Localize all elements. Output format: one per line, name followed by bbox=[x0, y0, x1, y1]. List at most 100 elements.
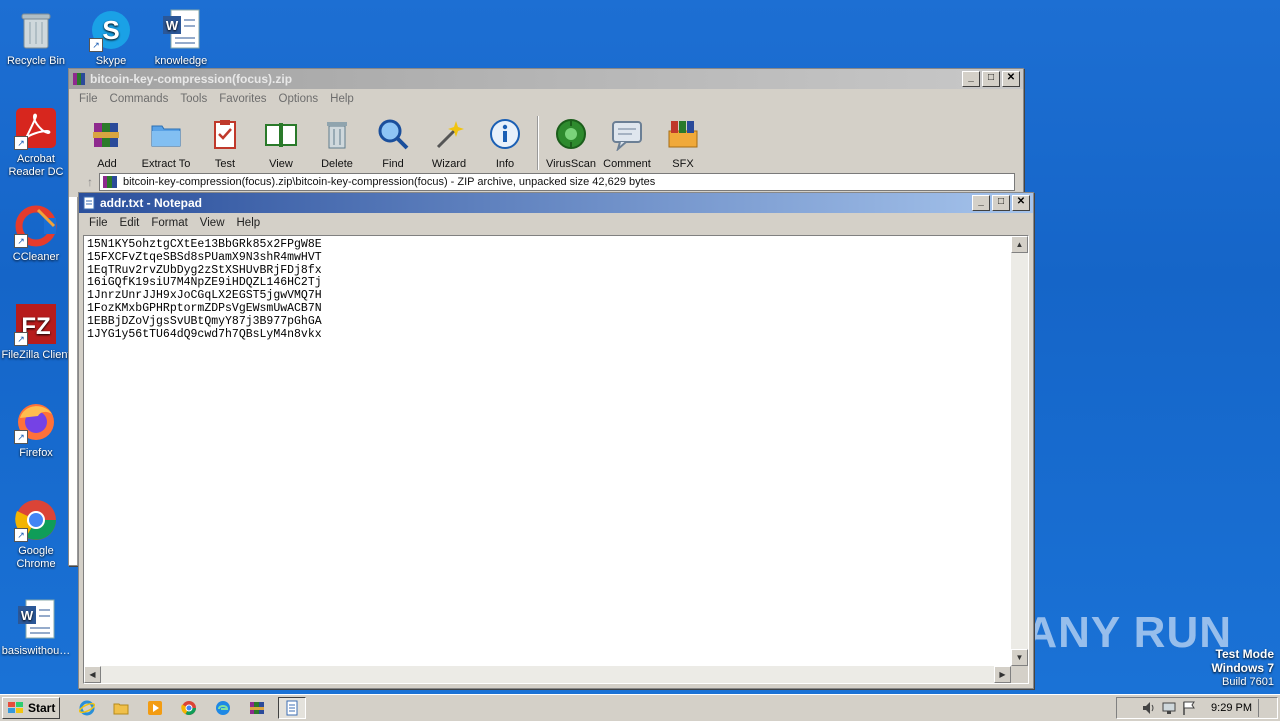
maximize-button[interactable]: □ bbox=[982, 71, 1000, 87]
sfx-box-icon bbox=[668, 121, 698, 148]
clock[interactable]: 9:29 PM bbox=[1211, 702, 1252, 714]
media-player-icon bbox=[148, 701, 163, 715]
desktop-icon-skype[interactable]: S ↗ Skype bbox=[75, 8, 147, 68]
winrar-icon bbox=[73, 73, 85, 85]
zip-archive-icon bbox=[103, 176, 117, 188]
test-mode-notice: Test Mode Windows 7 Build 7601 bbox=[1211, 648, 1274, 689]
taskbar-notepad[interactable] bbox=[278, 697, 307, 719]
minimize-button[interactable]: _ bbox=[962, 71, 980, 87]
desktop-icon-ccleaner[interactable]: ↗ CCleaner bbox=[0, 204, 72, 264]
notepad-titlebar[interactable]: addr.txt - Notepad _ □ ✕ bbox=[79, 193, 1033, 213]
desktop-icon-label: Google Chrome bbox=[16, 545, 56, 570]
network-icon[interactable] bbox=[1161, 700, 1177, 716]
menu-format[interactable]: Format bbox=[145, 217, 193, 229]
taskbar-explorer[interactable] bbox=[108, 698, 134, 718]
view-button[interactable]: View bbox=[253, 117, 309, 170]
menu-view[interactable]: View bbox=[194, 217, 231, 229]
scroll-up-arrow-icon[interactable]: ▲ bbox=[1011, 236, 1028, 253]
magnifier-icon bbox=[378, 119, 409, 150]
recycle-bin-icon bbox=[14, 8, 58, 52]
minimize-button[interactable]: _ bbox=[972, 195, 990, 211]
text-content[interactable]: 15N1KY5ohztgCXtEe13BbGRk85x2FPgW8E 15FXC… bbox=[85, 237, 1010, 665]
taskbar-media-player[interactable] bbox=[142, 698, 168, 718]
scroll-right-arrow-icon[interactable]: ▶ bbox=[994, 666, 1011, 683]
virusscan-button[interactable]: VirusScan bbox=[543, 117, 599, 170]
test-button[interactable]: Test bbox=[197, 117, 253, 170]
desktop-icon-acrobat[interactable]: ↗ Acrobat Reader DC bbox=[0, 106, 72, 179]
desktop-icon-basiswithout[interactable]: W basiswithou… bbox=[0, 598, 72, 658]
notepad-icon bbox=[83, 196, 95, 210]
menu-tools[interactable]: Tools bbox=[174, 93, 213, 105]
winrar-toolbar: Add Extract To Test View Delete Find Wiz… bbox=[69, 108, 1023, 176]
vertical-scrollbar[interactable]: ▲ ▼ bbox=[1011, 236, 1028, 666]
notepad-window[interactable]: addr.txt - Notepad _ □ ✕ File Edit Forma… bbox=[78, 192, 1034, 689]
add-button[interactable]: Add bbox=[79, 117, 135, 170]
taskbar: Start 9:29 PM bbox=[0, 694, 1280, 721]
taskbar-edge[interactable] bbox=[210, 698, 236, 718]
tool-label: Wizard bbox=[431, 158, 467, 170]
scroll-down-arrow-icon[interactable]: ▼ bbox=[1011, 649, 1028, 666]
show-desktop-button[interactable] bbox=[1258, 699, 1271, 717]
desktop-icon-knowledge[interactable]: W knowledge bbox=[145, 8, 217, 68]
extract-to-button[interactable]: Extract To bbox=[135, 117, 197, 170]
info-button[interactable]: Info bbox=[477, 117, 533, 170]
comment-button[interactable]: Comment bbox=[599, 117, 655, 170]
toolbar-separator bbox=[537, 116, 539, 170]
up-arrow-icon[interactable]: ↑ bbox=[87, 175, 93, 189]
menu-commands[interactable]: Commands bbox=[104, 93, 175, 105]
menu-help[interactable]: Help bbox=[324, 93, 360, 105]
maximize-button[interactable]: □ bbox=[992, 195, 1010, 211]
window-title: addr.txt - Notepad bbox=[100, 196, 203, 210]
close-button[interactable]: ✕ bbox=[1012, 195, 1030, 211]
close-button[interactable]: ✕ bbox=[1002, 71, 1020, 87]
desktop-icon-label: Firefox bbox=[19, 447, 53, 459]
taskbar-ie[interactable] bbox=[74, 698, 100, 718]
winrar-pathbar: ↑ bitcoin-key-compression(focus).zip\bit… bbox=[75, 173, 1015, 191]
desktop-icon-chrome[interactable]: ↗ Google Chrome bbox=[0, 498, 72, 571]
word-doc-icon: W bbox=[159, 8, 203, 52]
delete-button[interactable]: Delete bbox=[309, 117, 365, 170]
chrome-icon bbox=[181, 701, 197, 715]
menu-edit[interactable]: Edit bbox=[114, 217, 146, 229]
add-archive-icon bbox=[93, 123, 119, 147]
winrar-titlebar[interactable]: bitcoin-key-compression(focus).zip _ □ ✕ bbox=[69, 69, 1023, 89]
wizard-button[interactable]: Wizard bbox=[421, 117, 477, 170]
scroll-left-arrow-icon[interactable]: ◀ bbox=[84, 666, 101, 683]
desktop-icon-label: CCleaner bbox=[12, 251, 60, 263]
tool-label: Info bbox=[495, 158, 515, 170]
menu-favorites[interactable]: Favorites bbox=[213, 93, 272, 105]
magic-wand-icon bbox=[436, 121, 464, 149]
action-center-flag-icon[interactable] bbox=[1181, 700, 1197, 716]
resize-grip-icon[interactable] bbox=[1011, 666, 1028, 683]
archive-path-field[interactable]: bitcoin-key-compression(focus).zip\bitco… bbox=[99, 173, 1015, 191]
tool-label: View bbox=[269, 158, 293, 170]
comment-icon bbox=[612, 121, 642, 152]
windows-logo-icon bbox=[8, 702, 23, 713]
volume-icon[interactable] bbox=[1141, 700, 1157, 716]
start-button[interactable]: Start bbox=[2, 697, 61, 719]
menu-file[interactable]: File bbox=[83, 217, 114, 229]
menu-help[interactable]: Help bbox=[231, 217, 267, 229]
taskbar-winrar[interactable] bbox=[244, 698, 270, 718]
desktop-icon-recycle-bin[interactable]: Recycle Bin bbox=[0, 8, 72, 68]
horizontal-scrollbar[interactable]: ◀ ▶ bbox=[84, 666, 1011, 683]
winrar-icon bbox=[250, 702, 265, 714]
desktop-icon-label: Acrobat Reader DC bbox=[8, 153, 64, 178]
sfx-button[interactable]: SFX bbox=[655, 117, 711, 170]
find-button[interactable]: Find bbox=[365, 117, 421, 170]
tool-label: Extract To bbox=[141, 158, 191, 170]
clipboard-check-icon bbox=[214, 120, 236, 149]
notepad-editor[interactable]: 15N1KY5ohztgCXtEe13BbGRk85x2FPgW8E 15FXC… bbox=[83, 235, 1029, 684]
desktop-icon-filezilla[interactable]: FZ ↗ FileZilla Client bbox=[0, 302, 72, 362]
info-icon bbox=[490, 119, 520, 149]
file-list-edge bbox=[69, 197, 78, 565]
book-icon bbox=[265, 123, 297, 147]
test-mode-line2: Windows 7 bbox=[1211, 661, 1274, 675]
taskbar-chrome[interactable] bbox=[176, 698, 202, 718]
notepad-menubar: File Edit Format View Help bbox=[79, 213, 1033, 232]
anyrun-watermark: ANY RUN bbox=[1025, 608, 1232, 657]
menu-options[interactable]: Options bbox=[273, 93, 325, 105]
menu-file[interactable]: File bbox=[73, 93, 104, 105]
test-mode-line1: Test Mode bbox=[1215, 647, 1274, 661]
desktop-icon-firefox[interactable]: ↗ Firefox bbox=[0, 400, 72, 460]
